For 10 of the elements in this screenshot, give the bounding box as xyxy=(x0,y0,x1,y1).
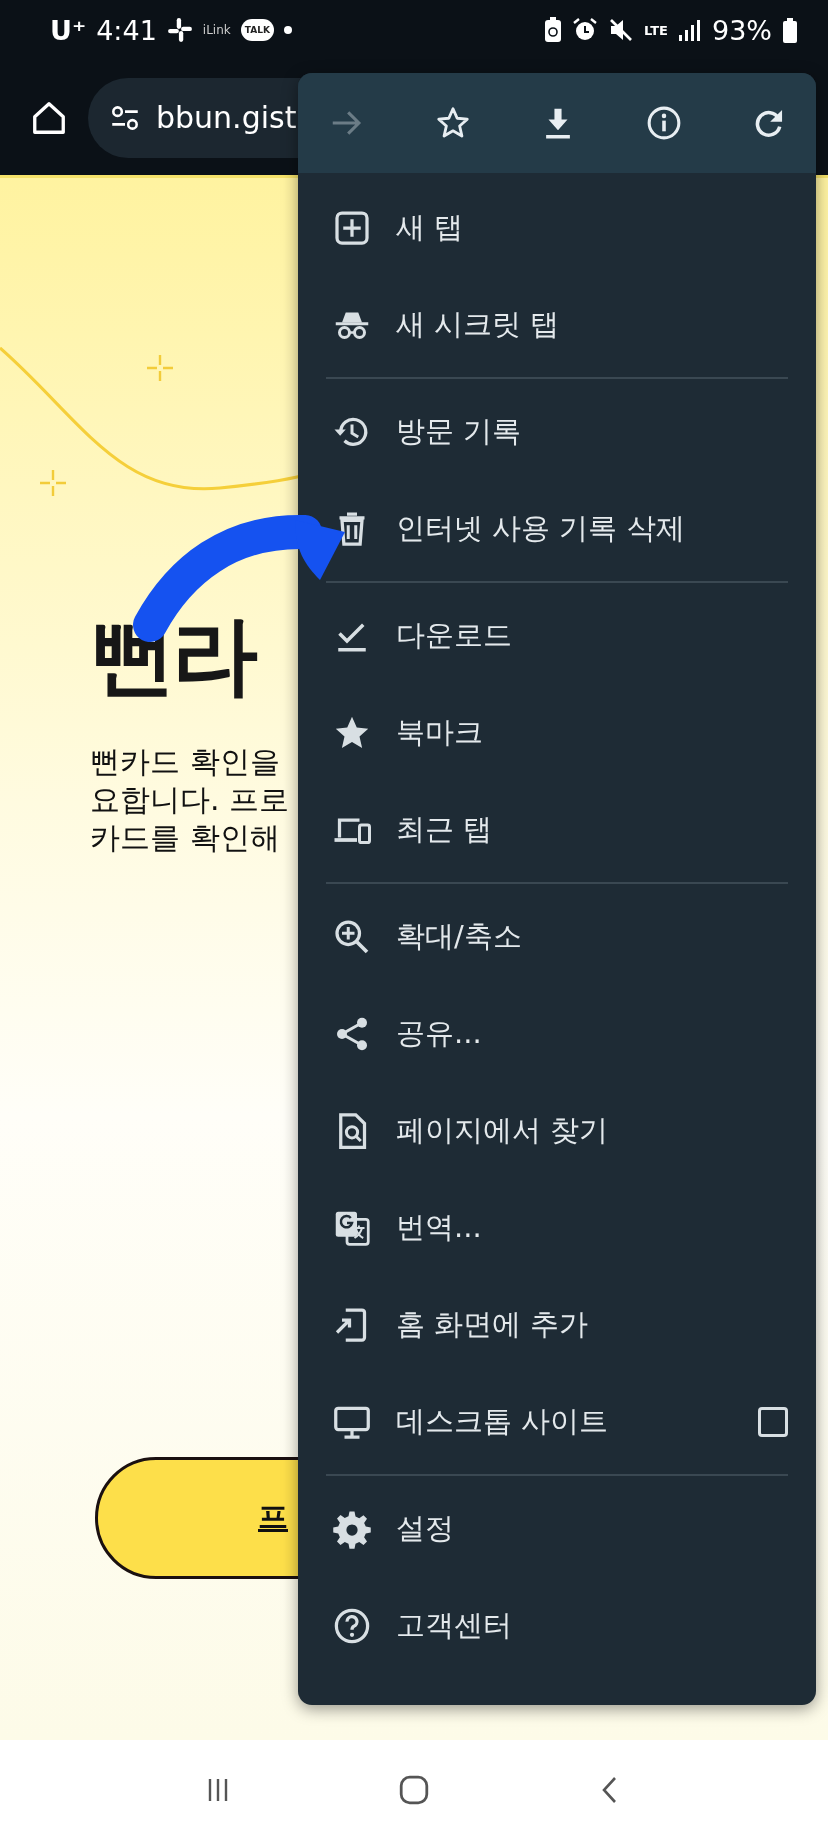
app-label: iLink xyxy=(202,23,231,37)
chat-badge: TALK xyxy=(240,19,274,41)
url-text: bbun.gist xyxy=(156,100,297,135)
network-label: LTE xyxy=(644,22,668,38)
clock: 4:41 xyxy=(96,14,157,46)
body-text-line: 뻔카드 확인을 xyxy=(90,742,281,781)
battery-percent: 93% xyxy=(712,14,772,46)
carrier-label: U⁺ xyxy=(50,14,87,46)
body-text-line: 카드를 확인해 xyxy=(90,818,281,857)
body-text-line: 요합니다. 프로 xyxy=(90,780,290,819)
